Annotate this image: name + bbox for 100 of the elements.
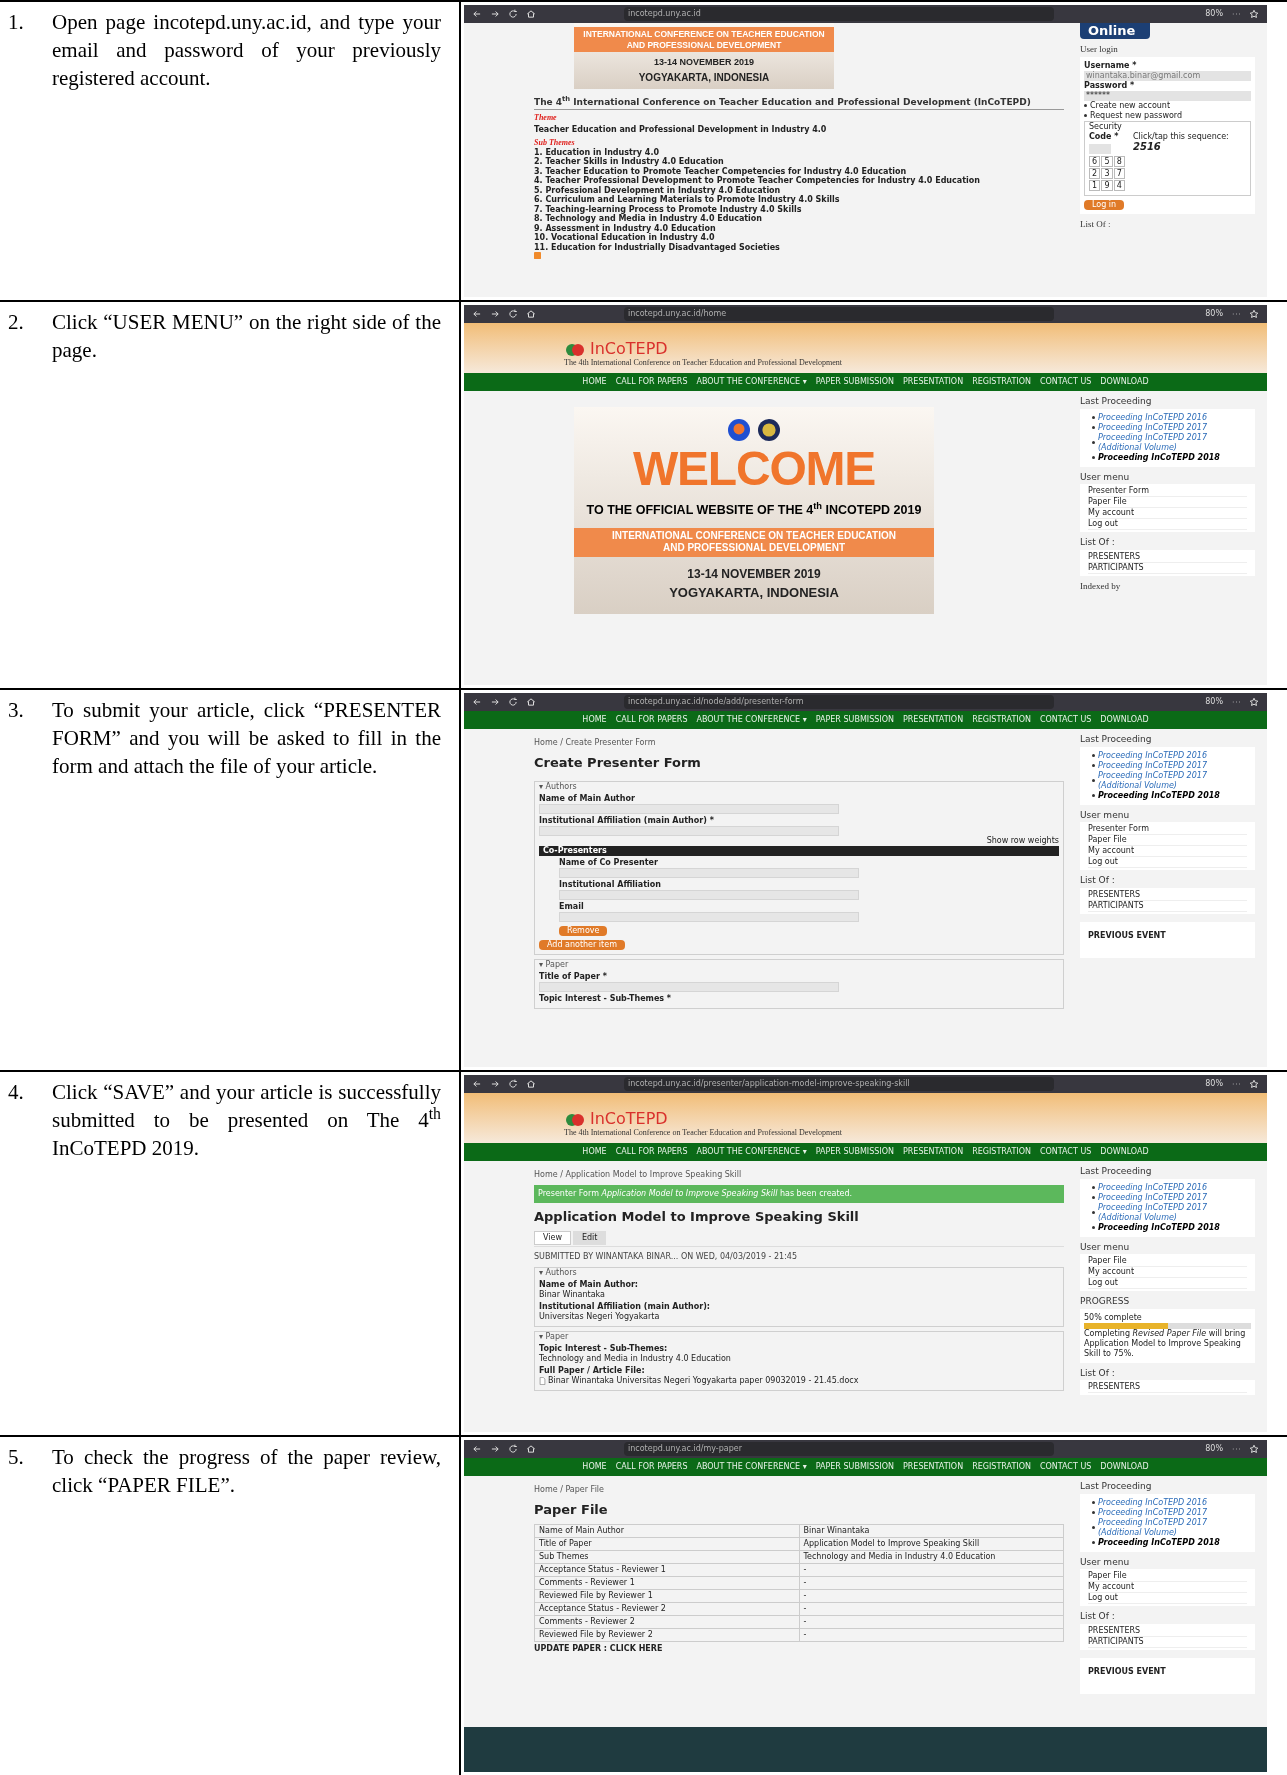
nav-link[interactable]: PRESENTATION <box>902 1146 964 1158</box>
proceeding-link[interactable]: Proceeding InCoTEPD 2016 <box>1098 1182 1207 1193</box>
proceeding-link[interactable]: Proceeding InCoTEPD 2016 <box>1098 1497 1207 1508</box>
menu-link[interactable]: Paper File <box>1088 1256 1247 1267</box>
nav-link[interactable]: CONTACT US <box>1039 1461 1092 1473</box>
zoom-level[interactable]: 80% <box>1205 1078 1223 1090</box>
password-field[interactable]: ****** <box>1084 90 1251 101</box>
account-link[interactable]: Request new password <box>1090 110 1183 121</box>
nav-link[interactable]: HOME <box>582 1461 607 1473</box>
home-icon[interactable] <box>526 309 536 319</box>
nav-link[interactable]: CONTACT US <box>1039 714 1092 726</box>
proceeding-link[interactable]: Proceeding InCoTEPD 2017 (Additional Volume) <box>1098 770 1251 791</box>
address-bar[interactable]: incotepd.uny.ac.id/home <box>624 307 1054 321</box>
menu-link[interactable]: PARTICIPANTS <box>1088 562 1247 574</box>
back-arrow-icon[interactable] <box>472 1444 482 1454</box>
nav-link[interactable]: HOME <box>582 376 607 388</box>
nav-link[interactable]: REGISTRATION <box>972 1461 1031 1473</box>
nav-link[interactable]: ABOUT THE CONFERENCE ▾ <box>696 376 807 388</box>
forward-arrow-icon[interactable] <box>490 9 500 19</box>
keypad-key[interactable]: 5 <box>1101 155 1113 167</box>
tab[interactable]: View <box>534 1230 571 1245</box>
tab[interactable]: Edit <box>573 1230 607 1245</box>
menu-link[interactable]: My account <box>1088 846 1247 857</box>
keypad-key[interactable]: 1 <box>1089 179 1101 191</box>
proceeding-link[interactable]: Proceeding InCoTEPD 2018 <box>1098 790 1220 801</box>
menu-link[interactable]: PRESENTERS <box>1088 1382 1247 1393</box>
menu-link[interactable]: Paper File <box>1088 1571 1247 1582</box>
keypad-key[interactable]: 8 <box>1113 155 1125 167</box>
nav-link[interactable]: PRESENTATION <box>902 1461 964 1473</box>
proceeding-link[interactable]: Proceeding InCoTEPD 2018 <box>1098 1537 1220 1548</box>
proceeding-link[interactable]: Proceeding InCoTEPD 2017 (Additional Volume) <box>1098 1202 1251 1223</box>
nav-link[interactable]: REGISTRATION <box>972 714 1031 726</box>
menu-link[interactable]: My account <box>1088 1582 1247 1593</box>
nav-link[interactable]: PRESENTATION <box>902 376 964 388</box>
home-icon[interactable] <box>526 1444 536 1454</box>
file-link[interactable]: Binar Winantaka Universitas Negeri Yogyakarta paper 09032019 - 21.45.docx <box>548 1375 859 1386</box>
keypad-key[interactable]: 7 <box>1113 167 1125 179</box>
code-field[interactable] <box>1089 143 1111 154</box>
input-field[interactable] <box>539 803 839 814</box>
menu-link[interactable]: Presenter Form <box>1088 486 1247 497</box>
nav-link[interactable]: DOWNLOAD <box>1100 1146 1149 1158</box>
input-field[interactable] <box>559 867 859 878</box>
forward-arrow-icon[interactable] <box>490 1079 500 1089</box>
nav-link[interactable]: HOME <box>582 1146 607 1158</box>
proceeding-link[interactable]: Proceeding InCoTEPD 2017 (Additional Volume) <box>1098 432 1251 453</box>
input-field[interactable] <box>539 981 839 992</box>
input-field[interactable] <box>559 911 859 922</box>
username-field[interactable]: winantaka.binar@gmail.com <box>1084 70 1251 81</box>
reload-icon[interactable] <box>508 1079 518 1089</box>
proceeding-link[interactable]: Proceeding InCoTEPD 2017 <box>1098 760 1207 771</box>
nav-link[interactable]: HOME <box>582 714 607 726</box>
menu-link[interactable]: PRESENTERS <box>1088 889 1247 901</box>
reload-icon[interactable] <box>508 9 518 19</box>
proceeding-link[interactable]: Proceeding InCoTEPD 2018 <box>1098 452 1220 463</box>
nav-link[interactable]: PAPER SUBMISSION <box>815 714 894 726</box>
menu-link[interactable]: PARTICIPANTS <box>1088 1636 1247 1648</box>
back-arrow-icon[interactable] <box>472 309 482 319</box>
nav-link[interactable]: CALL FOR PAPERS <box>615 376 688 388</box>
nav-link[interactable]: PAPER SUBMISSION <box>815 1461 894 1473</box>
menu-link[interactable]: Log out <box>1088 1278 1247 1289</box>
menu-link[interactable]: PARTICIPANTS <box>1088 900 1247 912</box>
nav-link[interactable]: ABOUT THE CONFERENCE ▾ <box>696 714 807 726</box>
nav-link[interactable]: PRESENTATION <box>902 714 964 726</box>
menu-link[interactable]: Log out <box>1088 519 1247 530</box>
star-icon[interactable] <box>1249 1444 1259 1454</box>
nav-link[interactable]: CALL FOR PAPERS <box>615 1146 688 1158</box>
menu-link[interactable]: My account <box>1088 1267 1247 1278</box>
zoom-level[interactable]: 80% <box>1205 696 1223 708</box>
back-arrow-icon[interactable] <box>472 9 482 19</box>
account-link[interactable]: Create new account <box>1090 100 1171 111</box>
nav-link[interactable]: CONTACT US <box>1039 376 1092 388</box>
address-bar[interactable]: incotepd.uny.ac.id/presenter/application-model-improve-speaking-skill <box>624 1077 1054 1091</box>
address-bar[interactable]: incotepd.uny.ac.id/my-paper <box>624 1442 1054 1456</box>
nav-link[interactable]: ABOUT THE CONFERENCE ▾ <box>696 1461 807 1473</box>
proceeding-link[interactable]: Proceeding InCoTEPD 2017 (Additional Volume) <box>1098 1517 1251 1538</box>
keypad-key[interactable]: 6 <box>1089 155 1101 167</box>
home-icon[interactable] <box>526 9 536 19</box>
nav-link[interactable]: PAPER SUBMISSION <box>815 1146 894 1158</box>
proceeding-link[interactable]: Proceeding InCoTEPD 2017 <box>1098 1192 1207 1203</box>
back-arrow-icon[interactable] <box>472 697 482 707</box>
nav-link[interactable]: ABOUT THE CONFERENCE ▾ <box>696 1146 807 1158</box>
star-icon[interactable] <box>1249 697 1259 707</box>
nav-link[interactable]: REGISTRATION <box>972 1146 1031 1158</box>
keypad-key[interactable]: 3 <box>1101 167 1113 179</box>
row-weights-link[interactable]: Show row weights <box>539 835 1059 846</box>
star-icon[interactable] <box>1249 1079 1259 1089</box>
proceeding-link[interactable]: Proceeding InCoTEPD 2017 <box>1098 1507 1207 1518</box>
proceeding-link[interactable]: Proceeding InCoTEPD 2016 <box>1098 412 1207 423</box>
zoom-level[interactable]: 80% <box>1205 8 1223 20</box>
home-icon[interactable] <box>526 697 536 707</box>
address-bar[interactable]: incotepd.uny.ac.id <box>624 7 1054 21</box>
menu-link[interactable]: PRESENTERS <box>1088 1625 1247 1637</box>
nav-link[interactable]: CALL FOR PAPERS <box>615 714 688 726</box>
back-arrow-icon[interactable] <box>472 1079 482 1089</box>
reload-icon[interactable] <box>508 309 518 319</box>
menu-link[interactable]: Log out <box>1088 1593 1247 1604</box>
nav-link[interactable]: REGISTRATION <box>972 376 1031 388</box>
input-field[interactable] <box>559 889 859 900</box>
keypad-key[interactable]: 4 <box>1113 179 1125 191</box>
nav-link[interactable]: CALL FOR PAPERS <box>615 1461 688 1473</box>
